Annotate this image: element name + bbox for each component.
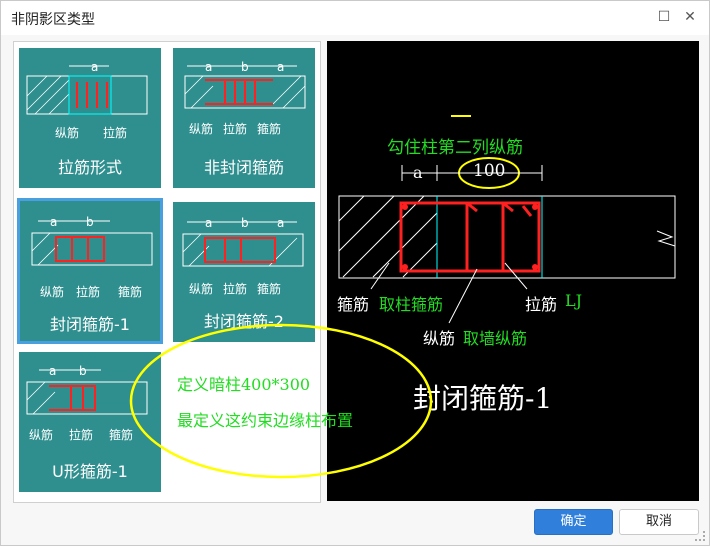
- label-stirrup: 箍筋: [109, 428, 134, 442]
- preview-title: 封闭箍筋-1: [413, 382, 553, 415]
- resize-grip[interactable]: [695, 531, 705, 541]
- tile-label: U形箍筋-1: [52, 462, 128, 481]
- tile-label: 非封闭箍筋: [203, 158, 284, 177]
- preview-panel: 勾住柱第二列纵筋 a 100 箍筋 取柱箍筋 拉筋 LJ 纵筋 取墙纵筋 封闭箍…: [327, 41, 699, 501]
- long-label: 纵筋: [423, 329, 456, 348]
- label-tie: 拉筋: [76, 285, 101, 299]
- tile-closed-stirrup-1[interactable]: a b 纵筋 拉筋 箍筋 封闭箍筋-1: [17, 198, 163, 344]
- title-bar: 非阴影区类型 ☐ ✕: [1, 1, 709, 35]
- tile-label: 封闭箍筋-2: [204, 312, 284, 331]
- dim-a: a: [50, 215, 58, 229]
- close-icon[interactable]: ✕: [681, 8, 699, 26]
- label-tie: 拉筋: [69, 428, 94, 442]
- tile-label: 拉筋形式: [57, 158, 122, 177]
- annot-top: 勾住柱第二列纵筋: [387, 138, 523, 158]
- label-longitudinal: 纵筋: [29, 428, 54, 442]
- dim-a: a: [205, 216, 213, 230]
- dim-b: b: [241, 216, 249, 230]
- label-tie: 拉筋: [223, 122, 248, 136]
- dim-a: a: [91, 60, 99, 74]
- label-stirrup: 箍筋: [257, 122, 282, 136]
- tile-closed-stirrup-2[interactable]: a b a 纵筋 拉筋 箍筋 封闭箍筋-2: [173, 202, 315, 342]
- dim-a-right: a: [277, 60, 285, 74]
- maximize-icon[interactable]: ☐: [655, 8, 673, 26]
- label-longitudinal: 纵筋: [189, 282, 214, 296]
- label-longitudinal: 纵筋: [189, 122, 214, 136]
- note-line1: 定义暗柱400*300: [177, 375, 311, 394]
- tie-label: 拉筋: [525, 295, 558, 314]
- dialog: 非阴影区类型 ☐ ✕ a 纵筋 拉筋 拉筋形式 a b a 纵筋 拉筋 箍筋 非…: [0, 0, 710, 546]
- dim-b: b: [79, 364, 87, 378]
- stirrup-note: 取柱箍筋: [379, 295, 444, 314]
- stirrup-label: 箍筋: [337, 295, 370, 314]
- dim-b: b: [241, 60, 249, 74]
- dim-a: a: [413, 163, 423, 182]
- label-stirrup: 箍筋: [257, 282, 282, 296]
- dim-a: a: [49, 364, 57, 378]
- tile-label: 封闭箍筋-1: [50, 315, 130, 334]
- long-note: 取墙纵筋: [463, 329, 528, 348]
- dim-b: b: [86, 215, 94, 229]
- cancel-button[interactable]: 取消: [619, 509, 699, 535]
- label-tie: 拉筋: [223, 282, 248, 296]
- label-longitudinal: 纵筋: [55, 126, 80, 140]
- tile-u-stirrup-1[interactable]: a b 纵筋 拉筋 箍筋 U形箍筋-1: [19, 352, 161, 492]
- type-grid: a 纵筋 拉筋 拉筋形式 a b a 纵筋 拉筋 箍筋 非封闭箍筋 a b 纵筋…: [13, 41, 321, 503]
- ok-button[interactable]: 确定: [534, 509, 613, 535]
- window-title: 非阴影区类型: [11, 12, 95, 28]
- dim-a-right: a: [277, 216, 285, 230]
- note-line2: 最定义这约束边缘柱布置: [177, 411, 354, 430]
- label-longitudinal: 纵筋: [40, 285, 65, 299]
- label-stirrup: 箍筋: [118, 285, 143, 299]
- label-tie: 拉筋: [103, 126, 128, 140]
- dim-a: a: [205, 60, 213, 74]
- preview-diagram: [338, 115, 676, 324]
- tie-note: LJ: [565, 291, 583, 310]
- dim-value: 100: [473, 161, 506, 181]
- tile-tie-form[interactable]: a 纵筋 拉筋 拉筋形式: [19, 48, 161, 188]
- tile-open-stirrup[interactable]: a b a 纵筋 拉筋 箍筋 非封闭箍筋: [173, 48, 315, 188]
